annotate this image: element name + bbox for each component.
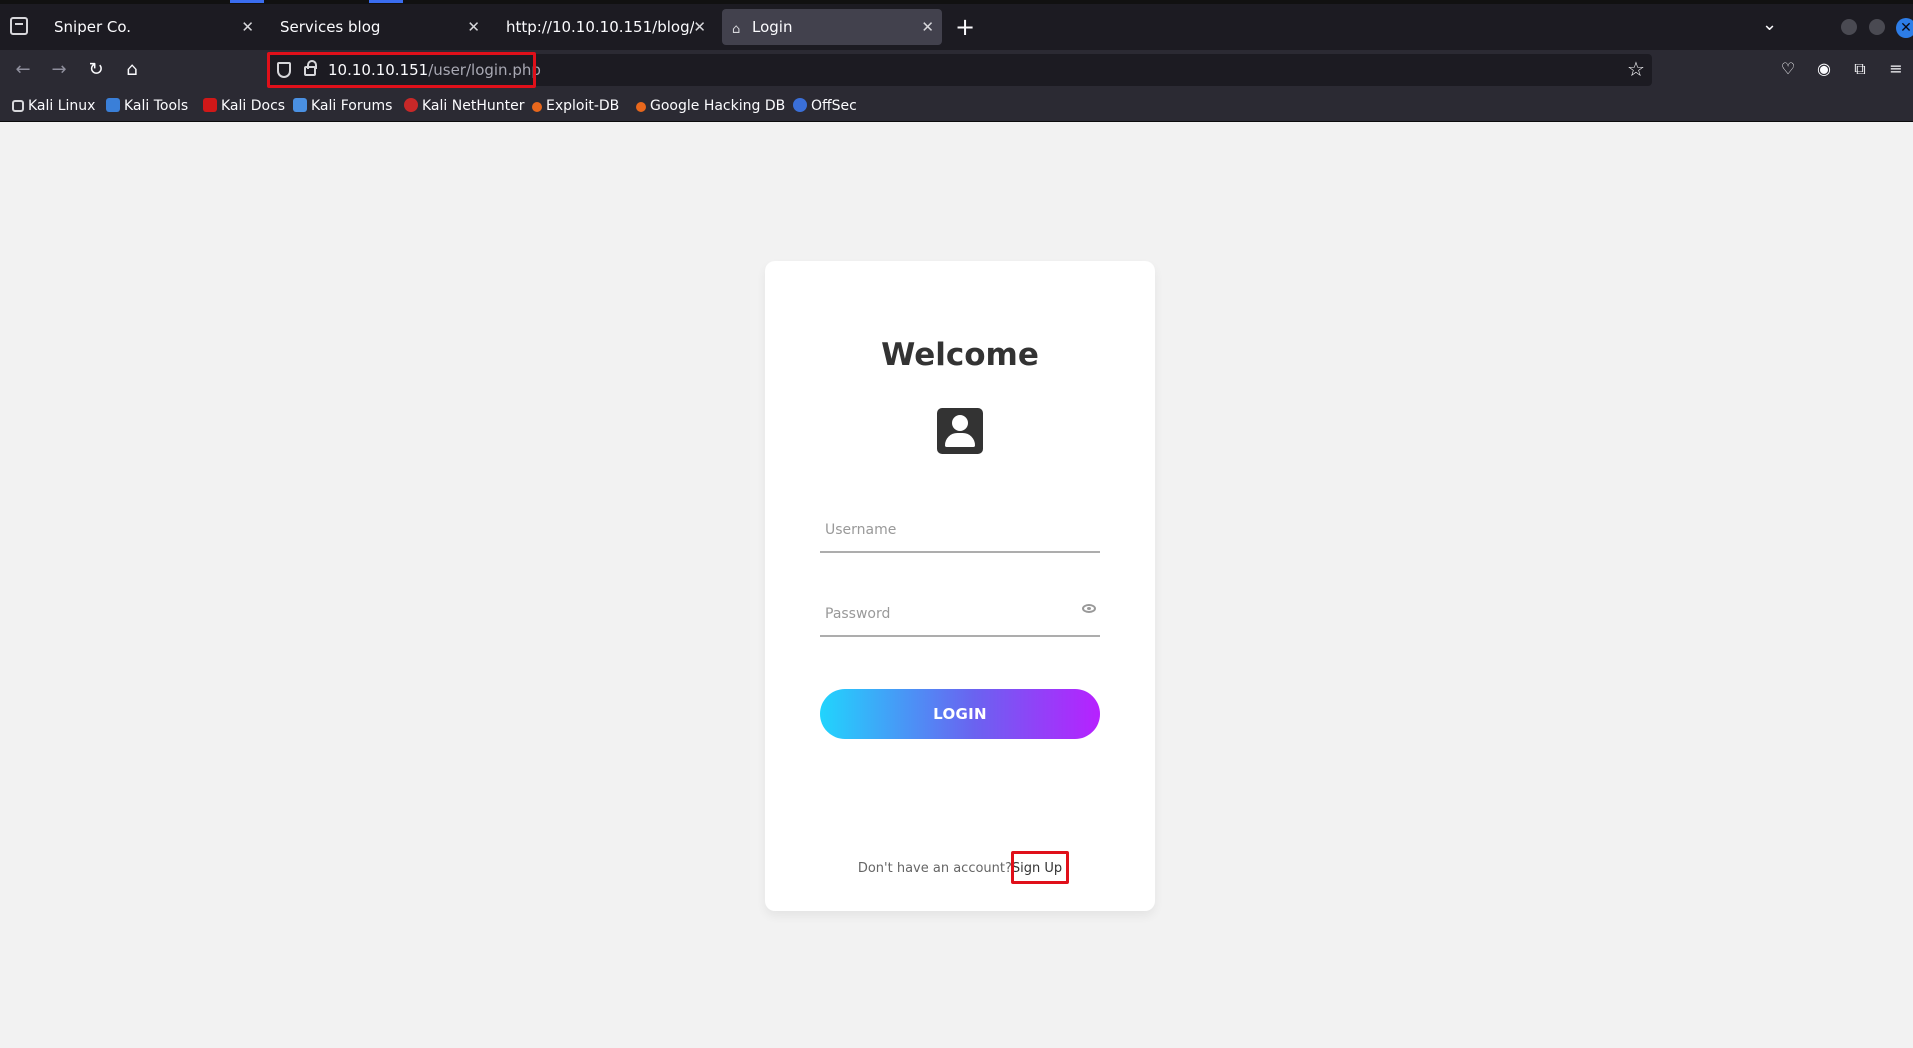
bookmark-kali-linux[interactable]: Kali Linux	[12, 96, 95, 116]
signup-highlight-box	[1011, 851, 1069, 884]
bookmark-kali-forums[interactable]: Kali Forums	[293, 96, 392, 116]
url-highlight-box	[267, 52, 536, 88]
bookmark-label: Kali Tools	[124, 98, 189, 114]
tab-blog-lang[interactable]: http://10.10.10.151/blog/?lang ✕	[496, 9, 714, 45]
exploit-db-icon	[532, 102, 542, 112]
bookmark-label: Exploit-DB	[546, 98, 620, 114]
kali-docs-icon	[203, 98, 217, 112]
bookmark-label: Kali Docs	[221, 98, 286, 114]
tab-login[interactable]: ⌂ Login ✕	[722, 9, 942, 45]
kali-tools-icon	[106, 98, 120, 112]
ghdb-icon	[636, 102, 646, 112]
minimize-button[interactable]	[1841, 19, 1857, 35]
username-input[interactable]	[820, 515, 1080, 545]
close-icon[interactable]: ✕	[467, 9, 480, 45]
bookmark-google-hacking-db[interactable]: Google Hacking DB	[636, 96, 785, 116]
bookmark-exploit-db[interactable]: Exploit-DB	[532, 96, 619, 116]
tab-title: Login	[752, 18, 793, 36]
page-title: Welcome	[881, 337, 1039, 373]
tab-loading-indicator	[369, 0, 403, 3]
kali-forums-icon	[293, 98, 307, 112]
pocket-icon[interactable]: ♡	[1778, 59, 1798, 79]
bookmark-offsec[interactable]: OffSec	[793, 96, 857, 116]
tab-title: Sniper Co.	[54, 18, 132, 36]
tab-title: http://10.10.10.151/blog/?lang	[506, 18, 694, 36]
forward-arrow-icon[interactable]: →	[47, 58, 71, 82]
login-card: Welcome LOGIN Don't have an account?Sign…	[765, 261, 1155, 911]
bookmark-label: OffSec	[811, 98, 857, 114]
bookmark-label: Kali Linux	[28, 98, 96, 114]
signup-prompt: Don't have an account?Sign Up	[765, 859, 1155, 879]
menu-icon[interactable]: ≡	[1886, 59, 1906, 79]
avatar-body	[945, 433, 975, 447]
tab-sniper-co[interactable]: Sniper Co. ✕	[44, 9, 262, 45]
tab-list-icon[interactable]	[10, 17, 28, 35]
signup-prompt-text: Don't have an account?	[857, 861, 1012, 876]
eye-icon[interactable]	[1082, 604, 1096, 613]
extensions-icon[interactable]: ⧉	[1850, 59, 1870, 79]
kali-nethunter-icon	[404, 98, 418, 112]
tab-title: Services blog	[280, 18, 381, 36]
tab-services-blog[interactable]: Services blog ✕	[270, 9, 488, 45]
bookmark-label: Kali NetHunter	[422, 98, 525, 114]
password-input[interactable]	[820, 599, 1080, 629]
reload-icon[interactable]: ↻	[84, 58, 108, 82]
login-button[interactable]: LOGIN	[820, 689, 1100, 739]
chevron-down-icon[interactable]: ⌄	[1762, 14, 1777, 35]
bookmark-label: Google Hacking DB	[650, 98, 786, 114]
new-tab-button[interactable]: +	[953, 13, 977, 41]
bookmark-kali-tools[interactable]: Kali Tools	[106, 96, 188, 116]
tab-bar: Sniper Co. ✕ Services blog ✕ http://10.1…	[0, 0, 1913, 50]
bookmark-kali-docs[interactable]: Kali Docs	[203, 96, 285, 116]
username-field[interactable]	[820, 507, 1100, 553]
user-avatar-icon	[937, 408, 983, 454]
bookmark-kali-nethunter[interactable]: Kali NetHunter	[404, 96, 524, 116]
password-field[interactable]	[820, 591, 1100, 637]
close-icon[interactable]: ✕	[921, 9, 934, 45]
maximize-button[interactable]	[1869, 19, 1885, 35]
offsec-icon	[793, 98, 807, 112]
window-top-edge	[0, 0, 1913, 4]
tab-loading-indicator	[230, 0, 264, 3]
account-icon[interactable]: ◉	[1814, 59, 1834, 79]
back-arrow-icon[interactable]: ←	[11, 58, 35, 82]
bookmark-star-icon[interactable]: ☆	[1627, 57, 1645, 81]
bookmarks-toolbar: Kali Linux Kali Tools Kali Docs Kali For…	[0, 90, 1913, 122]
bookmark-label: Kali Forums	[311, 98, 393, 114]
close-icon[interactable]: ✕	[693, 9, 706, 45]
avatar-head	[952, 415, 968, 431]
home-icon[interactable]: ⌂	[120, 58, 144, 82]
close-icon[interactable]: ✕	[241, 9, 254, 45]
home-icon: ⌂	[732, 22, 741, 37]
kali-dragon-icon	[12, 100, 24, 112]
window-close-button[interactable]: ✕	[1896, 18, 1913, 38]
